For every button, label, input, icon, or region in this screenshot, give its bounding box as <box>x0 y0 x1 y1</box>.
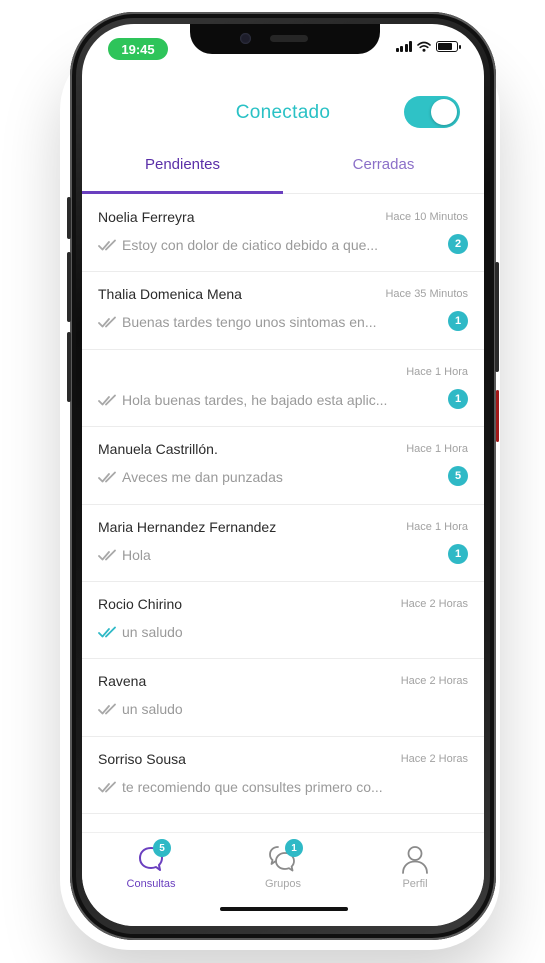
nav-icon-wrap: 5 <box>131 839 171 875</box>
message-time: Hace 2 Horas <box>400 597 468 610</box>
nav-icon-wrap <box>395 843 435 875</box>
nav-consultas[interactable]: 5 Consultas <box>101 839 201 899</box>
user-icon <box>402 846 428 874</box>
message-preview-text: Hola buenas tardes, he bajado esta aplic… <box>122 391 388 408</box>
message-preview: te recomiendo que consultes primero co..… <box>98 779 428 795</box>
double-check-icon <box>98 781 116 793</box>
double-check-icon <box>98 549 116 560</box>
message-preview: Aveces me dan punzadas <box>98 469 428 485</box>
speaker-grille <box>270 35 308 42</box>
contact-name: Maria Hernandez Fernandez <box>98 518 277 535</box>
nav-grupos[interactable]: 1 Grupos <box>233 839 333 899</box>
message-preview-text: un saludo <box>122 701 183 718</box>
app-header: Conectado <box>82 94 484 134</box>
conversation-row[interactable]: Rocio Chirino Hace 2 Horas un saludo <box>82 582 484 660</box>
message-preview-text: un saludo <box>122 623 183 640</box>
phone-frame: 19:45 Conectado Pendientes Cerradas Noel… <box>67 12 499 940</box>
camera-icon <box>240 33 251 44</box>
contact-name: Rocio Chirino <box>98 595 183 612</box>
side-accent <box>496 390 499 442</box>
double-check-icon <box>98 316 116 328</box>
tab-cerradas[interactable]: Cerradas <box>283 148 484 194</box>
contact-name: Noelia Ferreyra <box>98 209 195 225</box>
active-tab-indicator <box>82 191 283 194</box>
unread-badge: 1 <box>448 388 468 409</box>
double-check-icon <box>98 239 116 251</box>
volume-down-button <box>67 332 71 402</box>
conversation-row[interactable]: Manuela Castrillón. Hace 1 Hora Aveces m… <box>82 427 484 505</box>
conversation-row[interactable]: Thalia Domenica Mena Hace 35 Minutos Bue… <box>82 272 484 350</box>
contact-name: Sorriso Sousa <box>98 750 186 767</box>
message-time: Hace 1 Hora <box>406 365 468 378</box>
message-preview: Hola <box>98 547 428 563</box>
message-time: Hace 10 Minutos <box>385 211 468 223</box>
connection-toggle[interactable] <box>404 96 460 128</box>
unread-badge: 1 <box>448 543 468 564</box>
conversation-row[interactable]: Noelia Ferreyra Hace 10 Minutos Estoy co… <box>82 195 484 273</box>
message-preview: Buenas tardes tengo unos sintomas en... <box>98 314 428 330</box>
signal-icon <box>395 41 412 52</box>
nav-label-perfil: Perfil <box>402 878 428 890</box>
unread-badge: 1 <box>448 311 468 332</box>
double-check-icon <box>98 471 116 483</box>
battery-icon <box>436 41 461 52</box>
message-time: Hace 2 Horas <box>400 675 468 688</box>
message-preview-text: Estoy con dolor de ciatico debido a que.… <box>122 237 379 253</box>
message-preview-text: te recomiendo que consultes primero co..… <box>122 778 383 795</box>
power-button <box>495 262 499 372</box>
status-icons <box>395 41 461 52</box>
grupos-badge: 1 <box>285 839 303 857</box>
tab-pendientes[interactable]: Pendientes <box>82 148 283 194</box>
nav-perfil[interactable]: Perfil <box>365 843 465 899</box>
app-screen: 19:45 Conectado Pendientes Cerradas Noel… <box>82 24 484 926</box>
message-time: Hace 2 Horas <box>400 752 468 765</box>
message-time: Hace 1 Hora <box>406 443 468 456</box>
message-preview: Hola buenas tardes, he bajado esta aplic… <box>98 392 428 408</box>
tab-bar: Pendientes Cerradas <box>82 148 484 194</box>
message-preview: Estoy con dolor de ciatico debido a que.… <box>98 237 428 253</box>
home-indicator <box>220 907 348 911</box>
conversation-row[interactable]: Maria Hernandez Fernandez Hace 1 Hora Ho… <box>82 505 484 582</box>
message-preview-text: Buenas tardes tengo unos sintomas en... <box>122 314 377 331</box>
double-check-read-icon <box>98 626 116 638</box>
unread-badge: 2 <box>448 234 468 254</box>
conversation-row[interactable]: Sorriso Sousa Hace 2 Horas te recomiendo… <box>82 737 484 815</box>
wifi-icon <box>417 41 431 52</box>
double-check-icon <box>98 703 116 715</box>
message-preview-text: Aveces me dan punzadas <box>122 469 283 486</box>
conversation-row[interactable]: Ravena Hace 2 Horas un saludo <box>82 659 484 737</box>
contact-name: Thalia Domenica Mena <box>98 286 242 303</box>
notch <box>190 24 380 54</box>
message-time: Hace 1 Hora <box>406 520 468 533</box>
message-preview: un saludo <box>98 701 428 717</box>
unread-badge: 5 <box>448 466 468 487</box>
nav-icon-wrap: 1 <box>263 839 303 875</box>
consultas-badge: 5 <box>153 839 171 857</box>
message-preview-text: Hola <box>122 546 151 563</box>
bottom-navigation: 5 Consultas 1 Grupos Perfil <box>82 832 484 926</box>
contact-name: Manuela Castrillón. <box>98 441 218 458</box>
volume-up-button <box>67 252 71 322</box>
nav-label-grupos: Grupos <box>264 878 302 890</box>
nav-label-consultas: Consultas <box>126 878 176 890</box>
mute-switch <box>67 197 71 239</box>
conversation-row[interactable]: Hace 1 Hora Hola buenas tardes, he bajad… <box>82 350 484 428</box>
contact-name: Ravena <box>98 673 147 690</box>
toggle-knob <box>431 99 457 125</box>
conversation-list[interactable]: Noelia Ferreyra Hace 10 Minutos Estoy co… <box>82 195 484 831</box>
message-preview: un saludo <box>98 624 428 640</box>
double-check-icon <box>98 394 116 406</box>
message-time: Hace 35 Minutos <box>385 288 468 301</box>
status-time: 19:45 <box>108 38 168 60</box>
